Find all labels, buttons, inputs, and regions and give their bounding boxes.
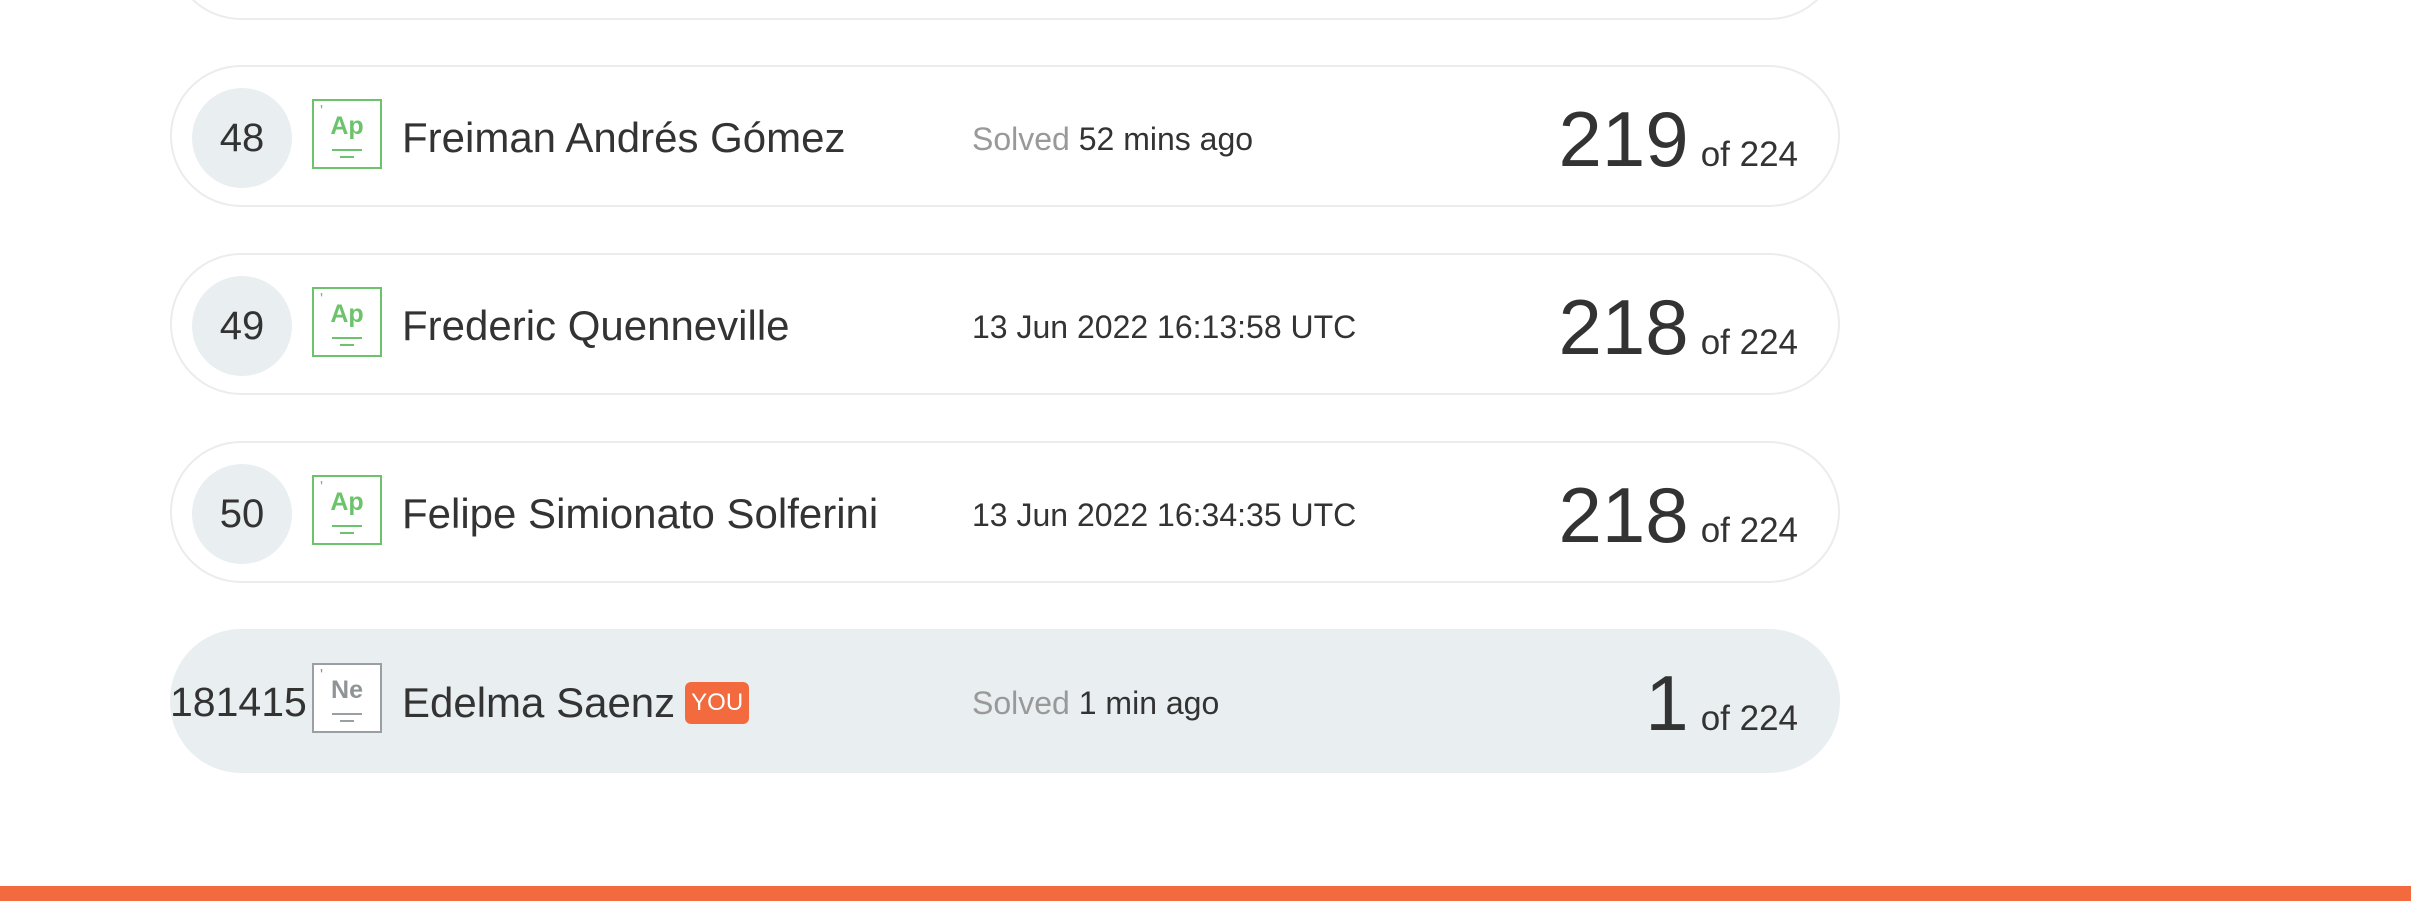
- leaderboard-row-partial: [170, 0, 1840, 20]
- rank-number: 49: [192, 276, 292, 376]
- solved-time: Solved 1 min ago: [972, 683, 1219, 723]
- solved-time-value: 13 Jun 2022 16:13:58 UTC: [972, 309, 1357, 345]
- user-name-link[interactable]: Frederic Quenneville: [402, 301, 790, 351]
- rank-number: 48: [192, 88, 292, 188]
- badge-symbol: Ap: [330, 488, 364, 516]
- leaderboard-row[interactable]: 49 ' Ap Frederic Quenneville 13 Jun 2022…: [170, 253, 1840, 395]
- score-total: of 224: [1700, 511, 1798, 550]
- solved-prefix: Solved: [972, 121, 1070, 157]
- score-total: of 224: [1700, 135, 1798, 174]
- user-name-link[interactable]: Freiman Andrés Gómez: [402, 113, 846, 163]
- leaderboard-page: 48 ' Ap Freiman Andrés Gómez Solved 52 m…: [0, 0, 2411, 901]
- score-total: of 224: [1700, 699, 1798, 738]
- badge-symbol: Ap: [330, 112, 364, 140]
- solved-time: 13 Jun 2022 16:13:58 UTC: [972, 307, 1356, 347]
- rank-number: 50: [192, 464, 292, 564]
- score: 218 of 224: [1559, 277, 1798, 377]
- score-total: of 224: [1700, 323, 1798, 362]
- rank-number: 181415: [170, 678, 307, 725]
- element-badge-icon: ' Ne: [312, 663, 382, 733]
- solved-time: Solved 52 mins ago: [972, 119, 1253, 159]
- solved-time: 13 Jun 2022 16:34:35 UTC: [972, 495, 1356, 535]
- user-name-text: Edelma Saenz: [402, 679, 676, 726]
- solved-time-value: 13 Jun 2022 16:34:35 UTC: [972, 497, 1357, 533]
- user-name-link[interactable]: Felipe Simionato Solferini: [402, 489, 878, 539]
- score: 218 of 224: [1559, 465, 1798, 565]
- badge-symbol: Ap: [330, 300, 364, 328]
- footer-accent-bar: [0, 886, 2411, 901]
- leaderboard-row[interactable]: 48 ' Ap Freiman Andrés Gómez Solved 52 m…: [170, 65, 1840, 207]
- user-name-link[interactable]: Edelma Saenz YOU: [402, 678, 750, 728]
- you-badge: YOU: [685, 681, 750, 724]
- score-value: 218: [1558, 283, 1689, 371]
- element-badge-icon: ' Ap: [312, 475, 382, 545]
- score-value: 218: [1558, 471, 1689, 559]
- score-value: 219: [1558, 95, 1689, 183]
- score-value: 1: [1645, 659, 1689, 747]
- element-badge-icon: ' Ap: [312, 287, 382, 357]
- solved-time-value: 52 mins ago: [1078, 121, 1254, 157]
- solved-time-value: 1 min ago: [1078, 685, 1220, 721]
- leaderboard-row[interactable]: 50 ' Ap Felipe Simionato Solferini 13 Ju…: [170, 441, 1840, 583]
- badge-symbol: Ne: [331, 676, 363, 704]
- solved-prefix: Solved: [972, 685, 1070, 721]
- score: 219 of 224: [1559, 89, 1798, 189]
- score: 1 of 224: [1645, 653, 1798, 753]
- current-user-row[interactable]: 181415 ' Ne Edelma Saenz YOU Solved 1 min…: [170, 629, 1840, 773]
- element-badge-icon: ' Ap: [312, 99, 382, 169]
